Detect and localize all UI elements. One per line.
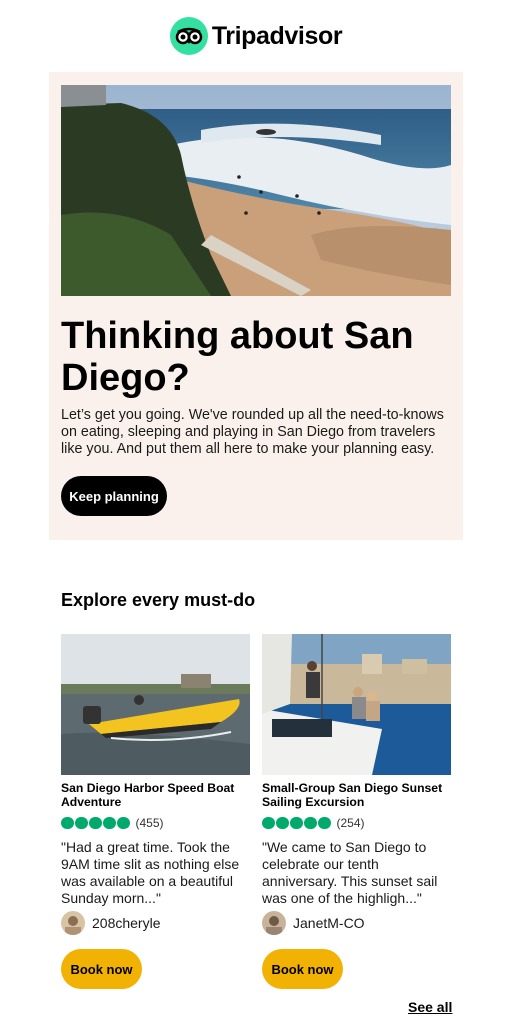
book-now-button[interactable]: Book now <box>61 949 142 989</box>
rating-bubble-icon <box>276 816 289 830</box>
reviewer: JanetM-CO <box>262 911 451 935</box>
experience-title[interactable]: Small-Group San Diego Sunset Sailing Exc… <box>262 781 451 809</box>
rating-bubbles <box>61 816 130 830</box>
hero-section: Thinking about San Diego? Let’s get you … <box>49 72 463 540</box>
experience-title[interactable]: San Diego Harbor Speed Boat Adventure <box>61 781 250 809</box>
experience-card[interactable]: Small-Group San Diego Sunset Sailing Exc… <box>262 634 451 989</box>
rating-bubble-icon <box>75 816 88 830</box>
sailboat-photo[interactable] <box>262 634 451 775</box>
rating-bubble-icon <box>318 816 331 830</box>
hero-description: Let’s get you going. We've rounded up al… <box>61 407 444 457</box>
rating-bubble-icon <box>262 816 275 830</box>
hero-title: Thinking about San Diego? <box>61 315 414 399</box>
reviewer-name: 208cheryle <box>92 915 161 931</box>
rating-bubbles <box>262 816 331 830</box>
rating-bubble-icon <box>117 816 130 830</box>
rating-row: (455) <box>61 816 250 830</box>
speed-boat-photo[interactable] <box>61 634 250 775</box>
la-jolla-coast-photo <box>61 85 451 296</box>
experience-card[interactable]: San Diego Harbor Speed Boat Adventure (4… <box>61 634 250 989</box>
avatar <box>262 911 286 935</box>
see-all-link[interactable]: See all <box>408 999 452 1015</box>
rating-bubble-icon <box>290 816 303 830</box>
keep-planning-button[interactable]: Keep planning <box>61 476 167 516</box>
review-quote: "We came to San Diego to celebrate our t… <box>262 839 438 906</box>
owl-icon <box>169 17 208 55</box>
tripadvisor-logo[interactable]: Tripadvisor <box>169 17 343 55</box>
reviewer-name: JanetM-CO <box>293 915 365 931</box>
email-header: Tripadvisor <box>0 0 512 72</box>
rating-row: (254) <box>262 816 451 830</box>
rating-bubble-icon <box>89 816 102 830</box>
rating-bubble-icon <box>61 816 74 830</box>
brand-name: Tripadvisor <box>211 21 343 50</box>
rating-bubble-icon <box>103 816 116 830</box>
reviewer: 208cheryle <box>61 911 250 935</box>
review-quote: "Had a great time. Took the 9AM time sli… <box>61 839 240 906</box>
review-count: (254) <box>336 816 365 830</box>
section-title: Explore every must-do <box>61 590 256 610</box>
avatar <box>61 911 85 935</box>
review-count: (455) <box>135 816 164 830</box>
rating-bubble-icon <box>304 816 317 830</box>
book-now-button[interactable]: Book now <box>262 949 343 989</box>
